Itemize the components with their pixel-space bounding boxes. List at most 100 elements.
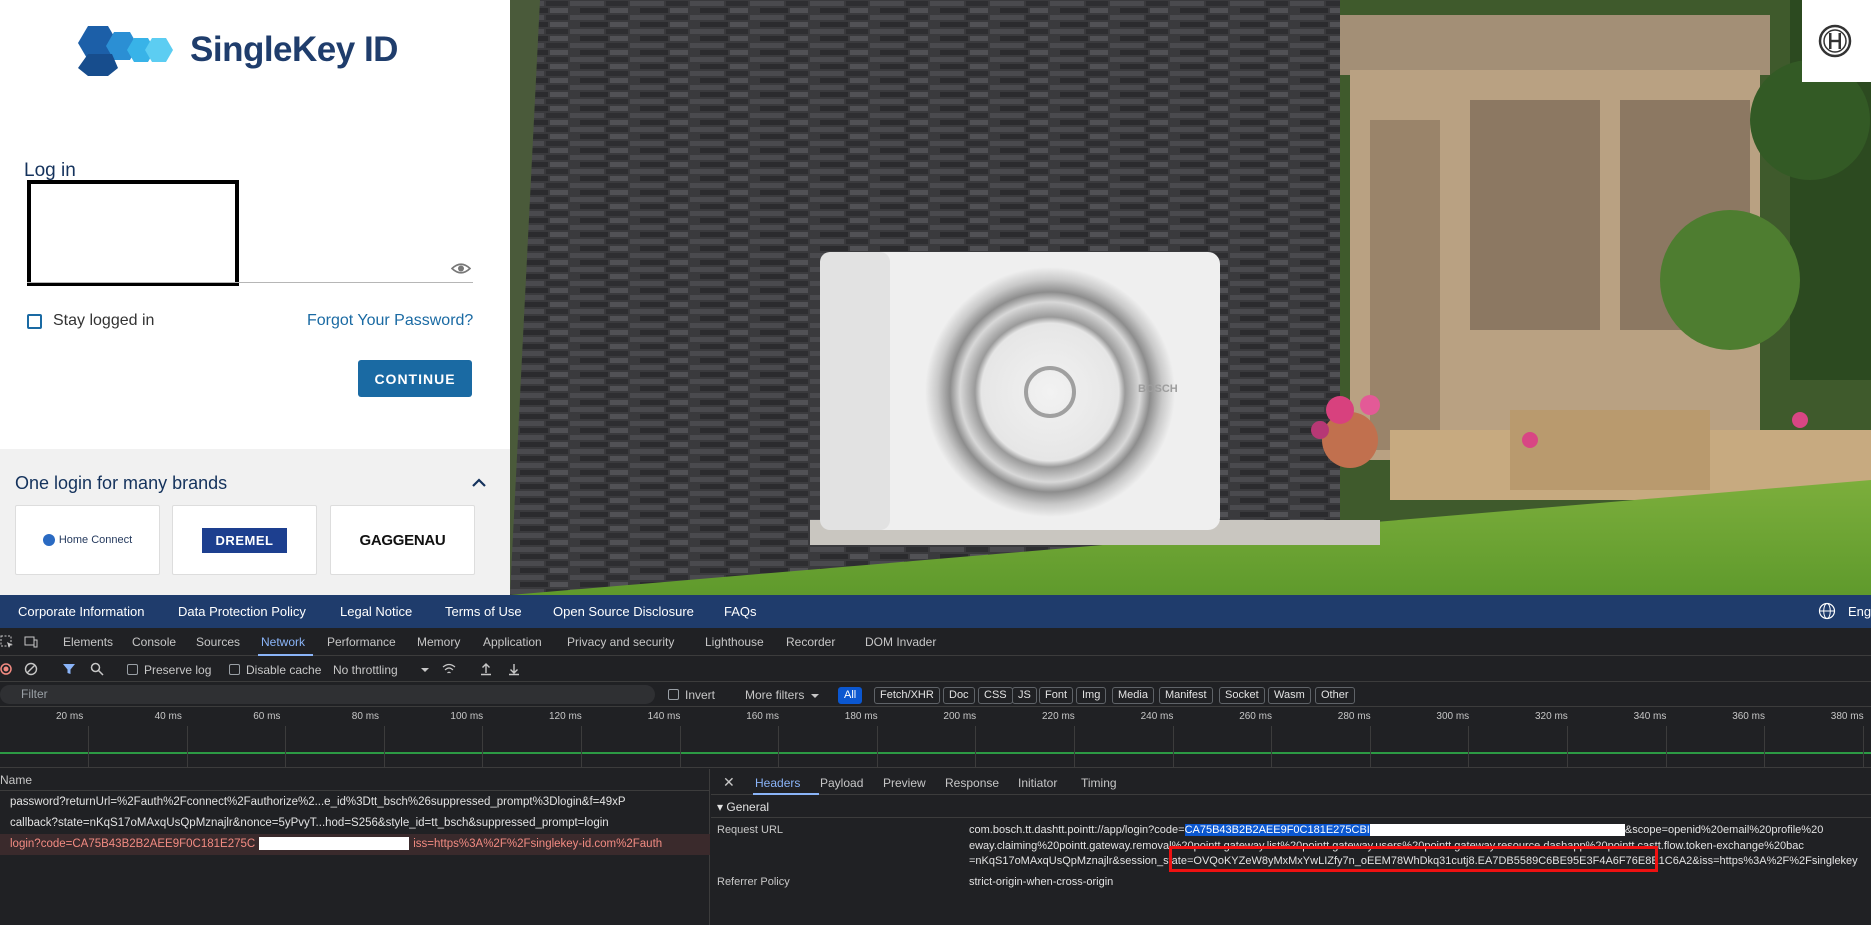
filter-type-font[interactable]: Font [1039,687,1074,704]
brand-card-dremel[interactable]: DREMEL [172,505,317,575]
timeline-tick-label: 20 ms [56,711,84,722]
throttling-select[interactable]: No throttling [333,663,398,677]
filter-type-all[interactable]: All [838,687,863,704]
tab-sources[interactable]: Sources [196,635,240,649]
request-name-prefix: login?code=CA75B43B2B2AEE9F0C181E275C [10,838,256,850]
clear-icon[interactable] [24,662,38,676]
network-conditions-icon[interactable] [442,662,456,676]
filter-type-media[interactable]: Media [1112,687,1154,704]
details-tab-headers[interactable]: Headers [755,776,800,790]
import-har-icon[interactable] [479,662,493,676]
brand-card-home-connect[interactable]: Home Connect [15,505,160,575]
filter-type-img[interactable]: Img [1076,687,1107,704]
chevron-down-icon[interactable] [418,663,432,677]
timeline-gridline [1862,726,1864,768]
timeline-activity-bar [0,752,1871,754]
footer-link-open-source[interactable]: Open Source Disclosure [553,604,694,619]
brand-name: SingleKey ID [190,30,398,69]
footer-link-terms[interactable]: Terms of Use [445,604,522,619]
more-filters-chevron-icon [811,694,819,698]
filter-type-other[interactable]: Other [1315,687,1355,704]
tab-recorder[interactable]: Recorder [786,635,835,649]
details-tab-initiator[interactable]: Initiator [1018,776,1057,790]
filter-input[interactable]: Filter [0,685,655,704]
disable-cache-checkbox[interactable] [229,664,240,675]
forgot-password-link[interactable]: Forgot Your Password? [307,312,473,330]
record-icon[interactable] [0,662,14,676]
search-icon[interactable] [90,662,104,676]
footer-link-corporate[interactable]: Corporate Information [18,604,144,619]
tab-lighthouse[interactable]: Lighthouse [705,635,764,649]
timeline-gridline [1468,726,1470,768]
close-icon[interactable]: ✕ [723,774,735,791]
redacted-code [259,837,410,851]
tab-console[interactable]: Console [132,635,176,649]
timeline-tick-label: 280 ms [1337,711,1371,722]
invert-checkbox[interactable] [668,689,679,700]
export-har-icon[interactable] [507,662,521,676]
details-tab-payload[interactable]: Payload [820,776,863,790]
footer-link-legal-notice[interactable]: Legal Notice [340,604,412,619]
timeline-tick-label: 380 ms [1830,711,1864,722]
request-url-prefix: com.bosch.tt.dashtt.pointt://app/login [969,824,1149,836]
footer-link-data-protection[interactable]: Data Protection Policy [178,604,306,619]
timeline-gridline [1369,726,1371,768]
timeline-gridline [1172,726,1174,768]
disable-cache-label: Disable cache [246,663,322,677]
tab-application[interactable]: Application [483,635,542,649]
general-section-toggle[interactable]: ▾ General [711,796,1871,818]
password-field[interactable] [27,282,473,283]
filter-type-doc[interactable]: Doc [943,687,975,704]
stay-logged-in-checkbox[interactable] [27,314,42,329]
preserve-log-checkbox[interactable] [127,664,138,675]
request-url-label: Request URL [717,824,784,836]
details-tab-timing[interactable]: Timing [1081,776,1117,790]
filter-type-js[interactable]: JS [1012,687,1037,704]
request-row[interactable]: callback?state=nKqS17oMAxqUsQpMznajlr&no… [0,813,710,834]
filter-icon[interactable] [62,662,76,676]
active-tab-indicator [258,654,313,656]
devtools-tabbar: Elements Console Sources Network Perform… [0,628,1871,656]
request-row[interactable]: password?returnUrl=%2Fauth%2Fconnect%2Fa… [0,792,710,813]
bosch-logo-icon [1818,24,1852,58]
home-connect-logo: Home Connect [42,534,132,546]
requests-column-header[interactable]: Name [0,769,710,791]
devtools-panel: Elements Console Sources Network Perform… [0,628,1871,925]
general-section-title: General [726,800,770,814]
request-row-selected[interactable]: login?code=CA75B43B2B2AEE9F0C181E275C iss… [0,834,710,855]
continue-button[interactable]: CONTINUE [358,360,472,397]
more-filters-dropdown[interactable]: More filters [745,688,804,702]
timeline-tick-label: 360 ms [1732,711,1765,722]
request-url-tail: &scope=openid%20email%20profile%20 [1624,824,1824,836]
timeline-gridline [186,726,188,768]
inspect-icon[interactable] [0,635,14,649]
eye-icon[interactable] [451,260,471,277]
timeline-gridline [482,726,484,768]
tab-privacy-security[interactable]: Privacy and security [567,635,674,649]
timeline-tick-label: 300 ms [1436,711,1470,722]
filter-type-manifest[interactable]: Manifest [1159,687,1213,704]
filter-type-wasm[interactable]: Wasm [1268,687,1311,704]
device-toolbar-icon[interactable] [24,635,38,649]
filter-type-css[interactable]: CSS [978,687,1013,704]
language-selector[interactable]: Engl [1848,604,1871,619]
timeline-tick-label: 60 ms [253,711,281,722]
tab-memory[interactable]: Memory [417,635,460,649]
network-timeline[interactable]: 20 ms 40 ms 60 ms 80 ms 100 ms 120 ms 140 ms 16… [0,708,1871,768]
bosch-badge[interactable] [1802,0,1871,82]
details-tab-preview[interactable]: Preview [883,776,926,790]
tab-elements[interactable]: Elements [63,635,113,649]
filter-type-fetch-xhr[interactable]: Fetch/XHR [874,687,940,704]
details-tab-response[interactable]: Response [945,776,999,790]
tab-performance[interactable]: Performance [327,635,396,649]
brand-card-gaggenau[interactable]: GAGGENAU [330,505,475,575]
timeline-gridline [88,726,89,768]
filter-type-socket[interactable]: Socket [1219,687,1265,704]
globe-icon[interactable] [1818,602,1836,620]
timeline-gridline [1074,726,1075,768]
tab-network[interactable]: Network [261,635,305,649]
chevron-up-icon[interactable] [469,473,489,493]
tab-dom-invader[interactable]: DOM Invader [865,635,936,649]
filter-bar: Filter Invert More filters All Fetch/XHR… [0,683,1871,707]
footer-link-faqs[interactable]: FAQs [724,604,757,619]
